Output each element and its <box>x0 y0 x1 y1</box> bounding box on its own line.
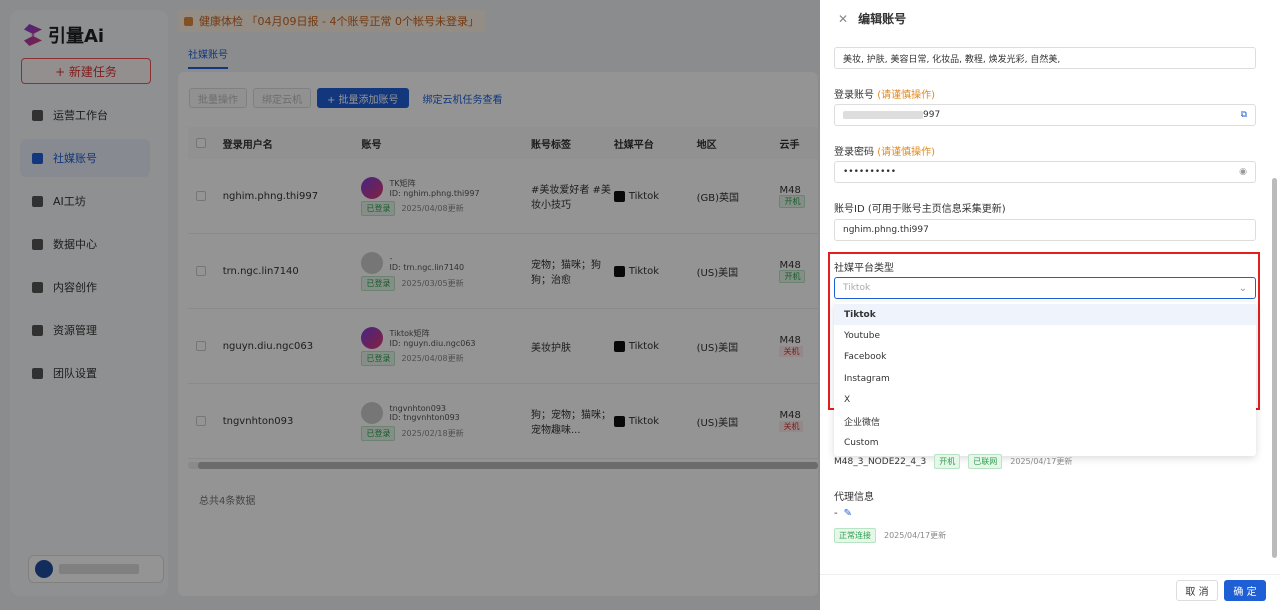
ok-button[interactable]: 确 定 <box>1224 580 1266 601</box>
password-label: 登录密码 (请谨慎操作) <box>834 147 935 158</box>
proxy-value: - <box>834 508 838 519</box>
login-input[interactable]: 997 ⧉ <box>834 104 1256 126</box>
modal-overlay[interactable] <box>0 0 820 610</box>
option-facebook[interactable]: Facebook <box>834 347 1256 368</box>
platform-select[interactable]: Tiktok ⌄ <box>834 277 1256 299</box>
cloud-info: M48_3_NODE22_4_3 开机 已联网 2025/04/17更新 <box>834 454 1072 469</box>
option-custom[interactable]: Custom <box>834 432 1256 453</box>
option-wecom[interactable]: 企业微信 <box>834 411 1256 432</box>
edit-icon[interactable]: ✎ <box>844 508 852 519</box>
login-redacted <box>843 111 923 119</box>
account-id-label: 账号ID (可用于账号主页信息采集更新) <box>834 204 1006 215</box>
option-youtube[interactable]: Youtube <box>834 325 1256 346</box>
proxy-label: 代理信息 <box>834 492 874 503</box>
drawer-footer: 取 消 确 定 <box>820 574 1280 610</box>
drawer-title: 编辑账号 <box>858 12 907 26</box>
eye-icon[interactable]: ◉ <box>1239 167 1247 177</box>
proxy-updated: 2025/04/17更新 <box>884 531 947 540</box>
cloud-power-badge: 开机 <box>934 454 961 469</box>
vertical-scrollbar[interactable] <box>1272 178 1277 558</box>
cancel-button[interactable]: 取 消 <box>1176 580 1218 601</box>
close-icon[interactable]: ✕ <box>838 12 848 26</box>
proxy-status-row: 正常连接 2025/04/17更新 <box>834 528 946 543</box>
password-input[interactable]: •••••••••• ◉ <box>834 161 1256 183</box>
keywords-input[interactable]: 美妆, 护肤, 美容日常, 化妆品, 教程, 焕发光彩, 自然美, <box>834 47 1256 69</box>
password-value: •••••••••• <box>843 167 897 177</box>
drawer-header: ✕ 编辑账号 <box>838 10 906 27</box>
cloud-node: M48_3_NODE22_4_3 <box>834 456 927 467</box>
login-label: 登录账号 (请谨慎操作) <box>834 90 935 101</box>
select-placeholder: Tiktok <box>843 283 871 293</box>
proxy-value-row: - ✎ <box>834 508 852 519</box>
option-instagram[interactable]: Instagram <box>834 368 1256 389</box>
cloud-updated: 2025/04/17更新 <box>1010 457 1073 466</box>
platform-label: 社媒平台类型 <box>834 263 894 274</box>
chevron-down-icon: ⌄ <box>1238 282 1247 294</box>
proxy-status-badge: 正常连接 <box>834 528 876 543</box>
option-x[interactable]: X <box>834 390 1256 411</box>
copy-icon[interactable]: ⧉ <box>1241 110 1247 120</box>
cloud-net-badge: 已联网 <box>968 454 1003 469</box>
account-id-input[interactable]: nghim.phng.thi997 <box>834 219 1256 241</box>
platform-dropdown: Tiktok Youtube Facebook Instagram X 企业微信… <box>834 302 1256 456</box>
option-tiktok[interactable]: Tiktok <box>834 304 1256 326</box>
edit-account-drawer: ✕ 编辑账号 美妆, 护肤, 美容日常, 化妆品, 教程, 焕发光彩, 自然美,… <box>820 0 1280 610</box>
